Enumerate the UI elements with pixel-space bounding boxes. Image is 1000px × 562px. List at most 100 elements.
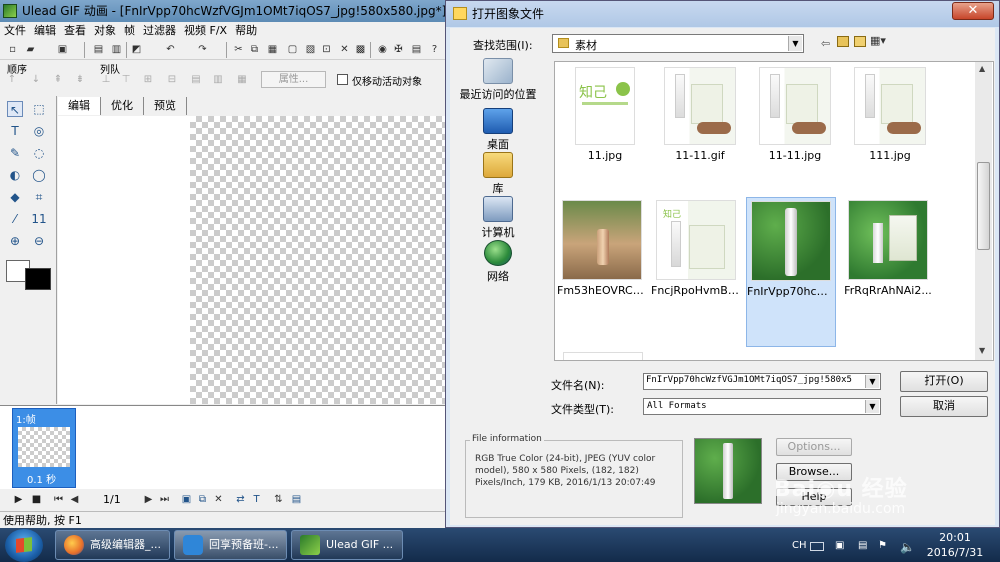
task-game[interactable]: 回享预备班-...	[174, 530, 287, 560]
help-pointer-icon[interactable]: ?	[428, 43, 441, 56]
new-folder-icon[interactable]	[854, 36, 866, 47]
layout-icon[interactable]: ▤	[410, 43, 423, 56]
delete-icon[interactable]: ✕	[338, 43, 351, 56]
grid-icon[interactable]: ▩	[354, 43, 367, 56]
reverse-icon[interactable]: ⇅	[272, 493, 285, 506]
magic-wand-tool-icon[interactable]: ◯	[31, 167, 47, 183]
scroll-down-icon[interactable]: ▼	[979, 346, 985, 355]
cut-icon[interactable]: ✂	[232, 43, 245, 56]
pointer-tool-icon[interactable]: ↖	[7, 101, 23, 117]
ungroup-icon[interactable]: ▥	[212, 74, 224, 86]
file-item[interactable]: Fm53hEOVRCS...	[557, 200, 647, 298]
chevron-down-icon[interactable]: ▼	[865, 375, 879, 388]
eraser-tool-icon[interactable]: ◐	[7, 167, 23, 183]
language-indicator[interactable]: CH	[792, 540, 807, 551]
place-desktop[interactable]: 桌面	[458, 108, 538, 152]
tab-optimize[interactable]: 优化	[101, 97, 144, 115]
ruler-tool-icon[interactable]: 11	[31, 211, 47, 227]
frame-thumbnail[interactable]: 1:帧 0.1 秒	[12, 408, 76, 488]
stop-icon[interactable]: ■	[30, 493, 43, 506]
file-item[interactable]: 11-11.gif	[655, 67, 745, 163]
file-item-selected[interactable]: FnIrVpp70hcWzfVGJm1OMt7iqOS7_jpg!580x580…	[746, 197, 836, 347]
frame-properties-icon[interactable]: ▧	[304, 43, 317, 56]
place-network[interactable]: 网络	[458, 240, 538, 284]
chevron-down-icon[interactable]: ▼	[865, 400, 879, 413]
menu-file[interactable]: 文件	[0, 22, 30, 39]
look-in-combo[interactable]: 素材 ▼	[552, 34, 804, 53]
wizard-icon[interactable]: ◩	[130, 43, 143, 56]
scroll-up-icon[interactable]: ▲	[979, 64, 985, 73]
brush-tool-icon[interactable]: ✎	[7, 145, 23, 161]
next-frame-icon[interactable]: ▶	[142, 493, 155, 506]
move-down-icon[interactable]: ↓	[30, 74, 42, 86]
align-center-icon[interactable]: ⊤	[120, 74, 132, 86]
scroll-thumb[interactable]	[977, 162, 990, 250]
move-bottom-icon[interactable]: ⇟	[74, 74, 86, 86]
dialog-title[interactable]: 打开图象文件	[446, 1, 999, 27]
tab-edit[interactable]: 编辑	[58, 97, 101, 115]
redo-icon[interactable]: ↷	[196, 43, 209, 56]
lasso-tool-icon[interactable]: ◌	[31, 145, 47, 161]
task-ulead[interactable]: Ulead GIF ...	[291, 530, 403, 560]
text-tool-icon[interactable]: T	[7, 123, 23, 139]
last-frame-icon[interactable]: ⏭	[158, 493, 171, 506]
play-icon[interactable]: ▶	[12, 493, 25, 506]
file-list-scrollbar[interactable]: ▲ ▼	[975, 62, 992, 360]
file-item[interactable]: 知己 11.jpg	[560, 67, 650, 163]
stack-icon[interactable]: ⊟	[166, 74, 178, 86]
file-item[interactable]: 111.jpg	[845, 67, 935, 163]
save-icon[interactable]: ▣	[56, 43, 69, 56]
transform-tool-icon[interactable]: ◎	[31, 123, 47, 139]
zoom-out-tool-icon[interactable]: ⊖	[31, 233, 47, 249]
crop-tool-icon[interactable]: ⌗	[31, 189, 47, 205]
open-file-icon[interactable]: ▰	[24, 43, 37, 56]
tray-icon[interactable]: ▣	[835, 540, 844, 551]
menu-filter[interactable]: 过滤器	[139, 22, 180, 39]
menu-help[interactable]: 帮助	[231, 22, 261, 39]
distribute-icon[interactable]: ⊞	[142, 74, 154, 86]
zoom-in-tool-icon[interactable]: ⊕	[7, 233, 23, 249]
crop-icon[interactable]: ⊡	[320, 43, 333, 56]
filename-combo[interactable]: FnIrVpp70hcWzfVGJm1OMt7iqOS7_jpg!580x5 ▼	[643, 373, 881, 390]
add-frame-icon[interactable]: ▣	[180, 493, 193, 506]
keyboard-icon[interactable]	[810, 542, 824, 551]
open-button[interactable]: 打开(O)	[900, 371, 988, 392]
move-top-icon[interactable]: ⇞	[52, 74, 64, 86]
chevron-down-icon[interactable]: ▼	[788, 36, 802, 51]
marquee-tool-icon[interactable]: ⬚	[31, 101, 47, 117]
delete-frame-icon[interactable]: ✕	[212, 493, 225, 506]
move-up-icon[interactable]: ↑	[6, 74, 18, 86]
options-button[interactable]: Options...	[776, 438, 852, 456]
tween-icon[interactable]: ⇄	[234, 493, 247, 506]
start-button[interactable]	[5, 529, 43, 562]
view-menu-icon[interactable]: ▦▾	[870, 34, 886, 47]
menu-view[interactable]: 查看	[60, 22, 90, 39]
place-library[interactable]: 库	[458, 152, 538, 196]
menu-video-fx[interactable]: 视频 F/X	[180, 22, 231, 39]
add-image-icon[interactable]: ▤	[92, 43, 105, 56]
filetype-combo[interactable]: All Formats ▼	[643, 398, 881, 415]
web-icon[interactable]: ◉	[376, 43, 389, 56]
flag-icon[interactable]: ⚑	[878, 540, 887, 551]
close-button[interactable]: ✕	[952, 2, 994, 20]
frame-icon[interactable]: ▢	[286, 43, 299, 56]
tools-icon[interactable]: ✠	[392, 43, 405, 56]
task-firefox[interactable]: 高级编辑器_...	[55, 530, 170, 560]
eyedropper-tool-icon[interactable]: ⁄	[7, 211, 23, 227]
place-computer[interactable]: 计算机	[458, 196, 538, 240]
file-item[interactable]: 11-11.jpg	[750, 67, 840, 163]
menu-frame[interactable]: 帧	[120, 22, 139, 39]
place-recent[interactable]: 最近访问的位置	[458, 58, 538, 102]
properties-button[interactable]: 属性...	[261, 71, 326, 88]
paste-icon[interactable]: ▦	[266, 43, 279, 56]
file-item[interactable]: FrRqRrAhNAi2...	[843, 200, 933, 298]
group-icon[interactable]: ▤	[190, 74, 202, 86]
transparent-canvas[interactable]	[190, 116, 450, 404]
system-clock[interactable]: 20:01 2016/7/31	[915, 530, 995, 560]
menu-edit[interactable]: 编辑	[30, 22, 60, 39]
menu-object[interactable]: 对象	[90, 22, 120, 39]
first-frame-icon[interactable]: ⏮	[52, 493, 65, 506]
duplicate-frame-icon[interactable]: ⧉	[196, 493, 209, 506]
foreground-color-swatch[interactable]	[25, 268, 51, 290]
volume-icon[interactable]: 🔈	[900, 540, 915, 554]
